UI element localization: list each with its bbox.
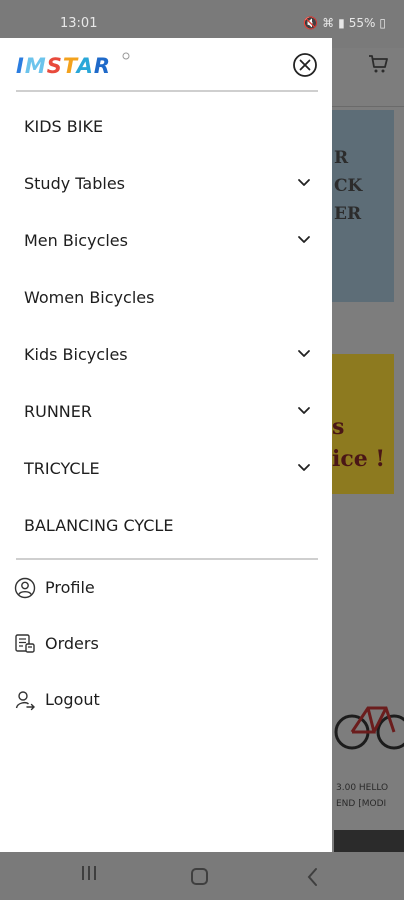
chevron-down-icon[interactable] — [296, 232, 312, 248]
menu-item-balancing-cycle[interactable]: BALANCING CYCLE — [0, 497, 332, 554]
back-button[interactable] — [306, 867, 320, 887]
product-title[interactable]: 3.00 HELLO END [MODI — [336, 780, 388, 812]
banner-text-line: s — [332, 414, 345, 440]
chevron-down-icon[interactable] — [296, 346, 312, 362]
banner-text-line: ER — [334, 204, 362, 224]
drawer-divider — [16, 90, 318, 92]
bicycle-image[interactable] — [334, 684, 404, 764]
signal-icon: ▮ — [338, 16, 345, 30]
banner-text-line: R — [334, 148, 349, 168]
status-icons: 🔇 ⌘ ▮ 55% ▯ — [303, 16, 386, 30]
product-image[interactable] — [334, 830, 404, 852]
menu-item-kids-bike[interactable]: KIDS BIKE — [0, 98, 332, 155]
account-item-label: Orders — [45, 634, 99, 653]
system-nav-bar — [0, 852, 404, 900]
menu-item-label: RUNNER — [24, 402, 92, 421]
menu-item-study-tables[interactable]: Study Tables — [0, 155, 332, 212]
mute-icon: 🔇 — [303, 16, 319, 30]
battery-icon: ▯ — [379, 16, 386, 30]
account-item-label: Logout — [45, 690, 100, 709]
chevron-down-icon[interactable] — [296, 460, 312, 476]
menu-item-label: Study Tables — [24, 174, 125, 193]
menu-item-label: KIDS BIKE — [24, 117, 104, 136]
menu-item-label: Women Bicycles — [24, 288, 155, 307]
menu-item-label: BALANCING CYCLE — [24, 516, 174, 535]
account-item-profile[interactable]: Profile — [0, 566, 332, 610]
battery-text: 55% — [348, 16, 376, 30]
menu-item-label: TRICYCLE — [24, 459, 100, 478]
account-item-label: Profile — [45, 578, 95, 597]
menu-item-men-bicycles[interactable]: Men Bicycles — [0, 212, 332, 269]
home-button[interactable] — [191, 868, 208, 885]
menu-item-label: Kids Bicycles — [24, 345, 128, 364]
wifi-icon: ⌘ — [322, 16, 335, 30]
recents-button[interactable] — [80, 866, 98, 882]
status-time: 13:01 — [60, 16, 98, 31]
banner-text-line: ice ! — [332, 446, 386, 472]
menu-item-kids-bicycles[interactable]: Kids Bicycles — [0, 326, 332, 383]
menu-item-women-bicycles[interactable]: Women Bicycles — [0, 269, 332, 326]
orders-icon — [15, 634, 35, 653]
close-icon[interactable] — [292, 52, 318, 78]
product-text-line: 3.00 HELLO — [336, 783, 389, 793]
chevron-down-icon[interactable] — [296, 403, 312, 419]
drawer-divider — [16, 558, 318, 560]
offer-banner[interactable]: s ice ! — [332, 354, 394, 494]
cart-icon[interactable] — [366, 52, 390, 76]
menu-item-tricycle[interactable]: TRICYCLE — [0, 440, 332, 497]
product-text-line: END [MODI — [336, 799, 387, 809]
account-item-orders[interactable]: Orders — [0, 622, 332, 666]
promo-banner[interactable]: R CK ER — [332, 110, 394, 302]
menu-item-runner[interactable]: RUNNER — [0, 383, 332, 440]
user-circle-icon — [14, 577, 36, 599]
navigation-drawer: IMSTAR KIDS BIKE Study Tables Men Bicycles… — [0, 38, 332, 852]
svg-text:IMSTAR: IMSTAR — [16, 54, 111, 78]
banner-text-line: CK — [334, 176, 363, 196]
account-item-logout[interactable]: Logout — [0, 678, 332, 722]
header-divider — [332, 106, 404, 107]
chevron-down-icon[interactable] — [296, 175, 312, 191]
imstar-logo[interactable]: IMSTAR — [16, 51, 136, 79]
logout-icon — [15, 691, 35, 711]
menu-item-label: Men Bicycles — [24, 231, 128, 250]
